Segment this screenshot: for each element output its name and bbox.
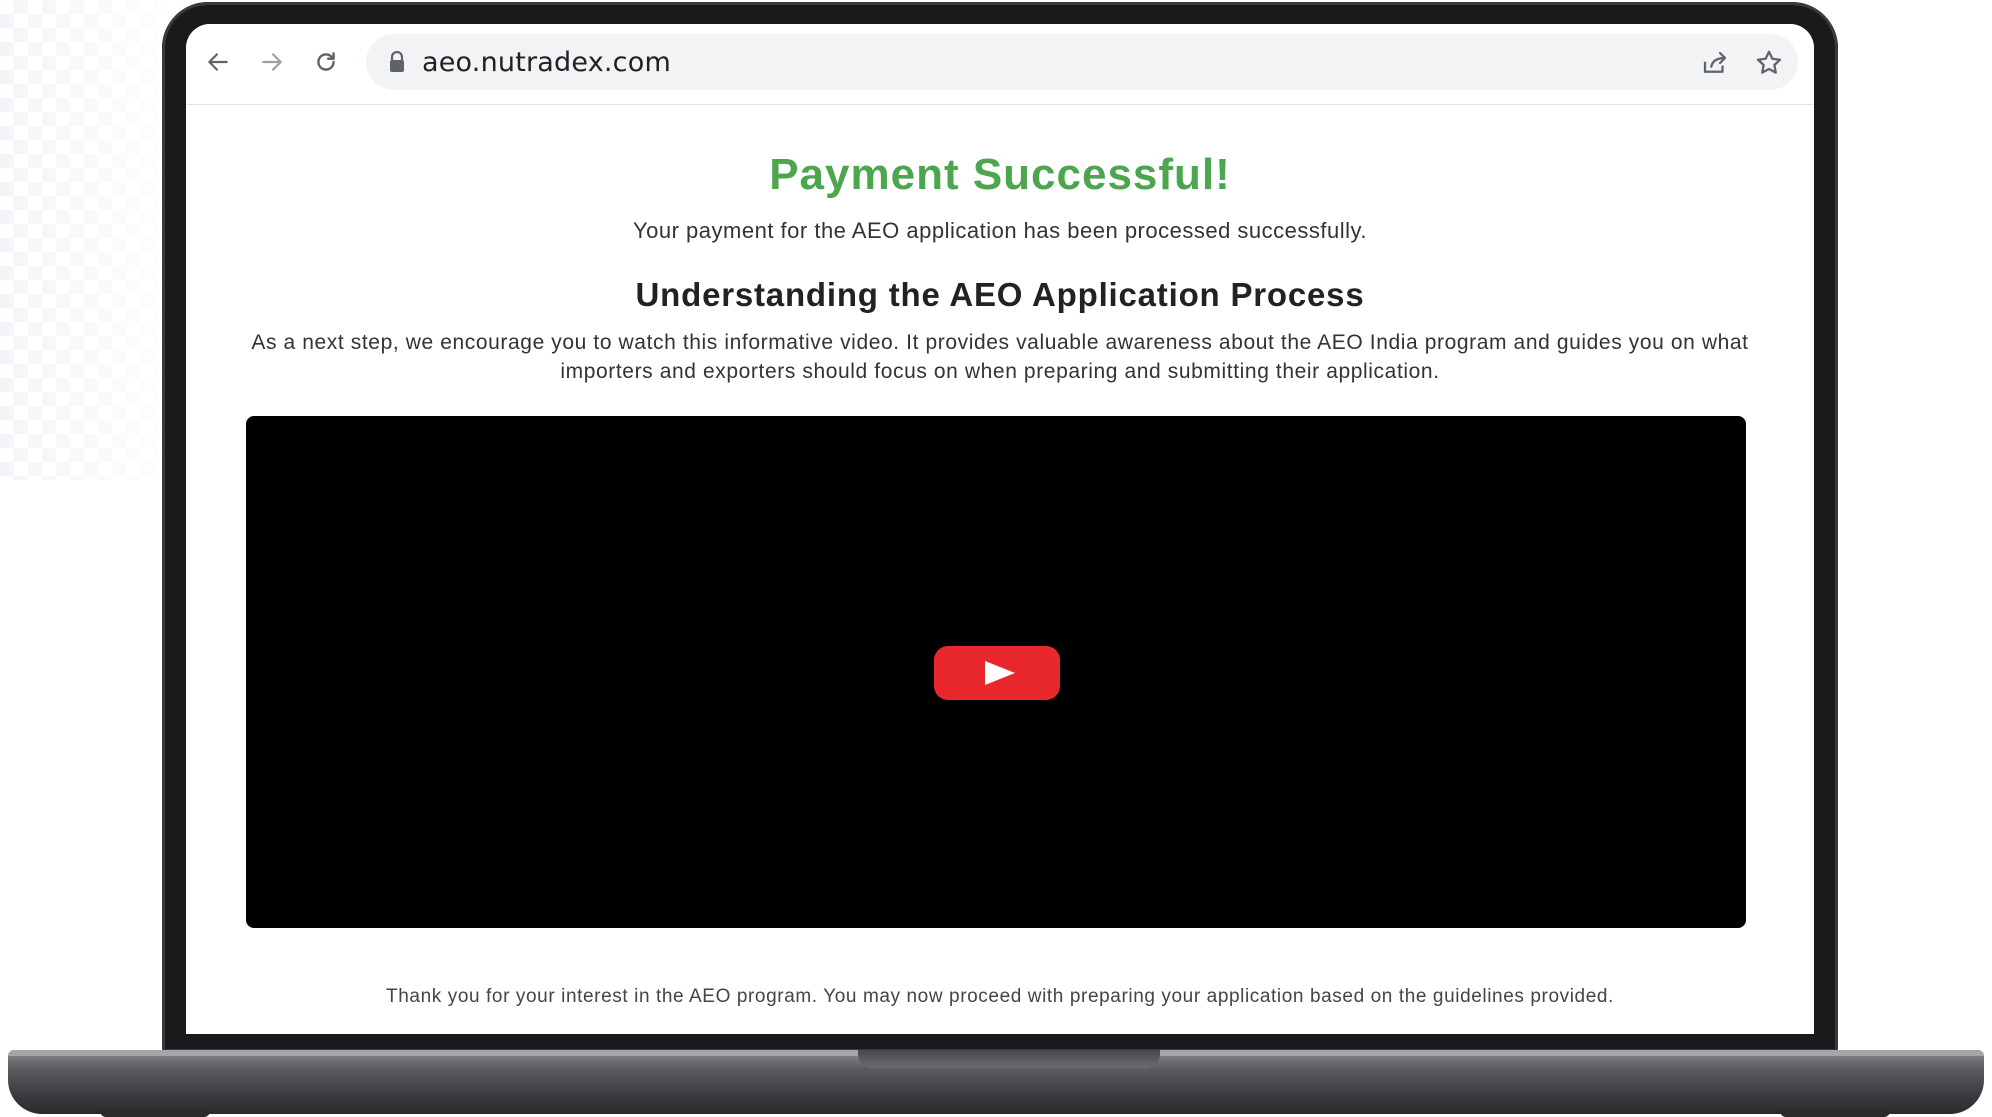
lock-icon xyxy=(390,51,404,72)
share-icon xyxy=(1703,51,1727,73)
url-text[interactable]: aeo.nutradex.com xyxy=(422,47,671,78)
description-text: As a next step, we encourage you to watc… xyxy=(251,331,1749,383)
laptop-notch xyxy=(858,1050,1160,1068)
play-button[interactable] xyxy=(934,646,1060,700)
back-arrow-icon xyxy=(208,53,228,71)
laptop-foot-right xyxy=(1780,1110,1890,1117)
reload-button[interactable] xyxy=(306,42,346,82)
laptop-base xyxy=(8,1050,1984,1114)
forward-button[interactable] xyxy=(252,42,292,82)
laptop-foot-left xyxy=(100,1110,210,1117)
back-button[interactable] xyxy=(198,42,238,82)
address-bar[interactable]: aeo.nutradex.com xyxy=(366,34,1798,90)
browser-toolbar: aeo.nutradex.com xyxy=(186,24,1814,105)
page-content: Payment Successful! Your payment for the… xyxy=(186,106,1814,1034)
share-button[interactable] xyxy=(1700,48,1730,78)
section-heading: Understanding the AEO Application Proces… xyxy=(635,276,1365,313)
video-player[interactable] xyxy=(246,416,1746,928)
play-icon xyxy=(985,661,1015,685)
star-icon xyxy=(1756,50,1782,74)
forward-arrow-icon xyxy=(262,53,282,71)
bookmark-button[interactable] xyxy=(1754,48,1784,78)
payment-confirmation-text: Your payment for the AEO application has… xyxy=(632,218,1368,243)
laptop-screen: aeo.nutradex.com Payment Successful! You… xyxy=(186,24,1814,1034)
reload-icon xyxy=(317,52,335,71)
page-title: Payment Successful! xyxy=(769,150,1231,199)
thank-you-text: Thank you for your interest in the AEO p… xyxy=(386,986,1614,1007)
